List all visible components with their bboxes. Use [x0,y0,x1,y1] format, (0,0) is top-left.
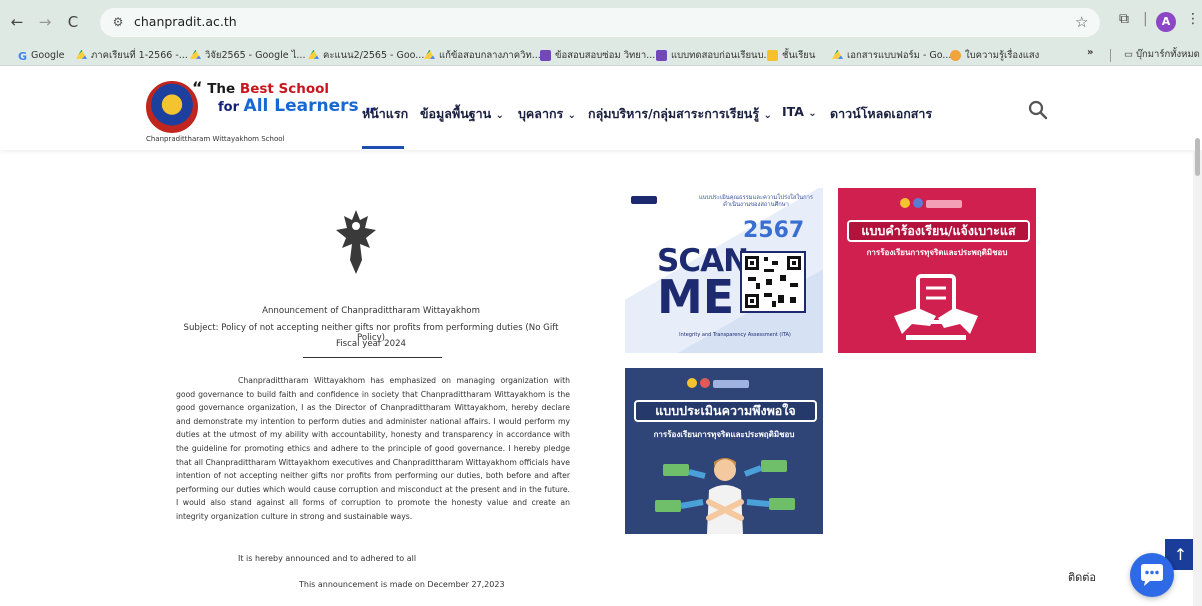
sheet-icon [767,49,778,61]
browser-toolbar: ← → C ⚙ chanpradit.ac.th ☆ ⧉ | A ⋮ [0,0,1202,44]
chevron-down-icon: ⌄ [808,108,817,119]
drive-icon [76,49,87,59]
bookmark-item[interactable]: ภาคเรียนที่ 1-2566 -... [76,47,188,63]
ita-logo [631,196,657,206]
drive-icon [308,49,319,59]
bookmark-item[interactable]: แก้ข้อสอบกลางภาควิท... [424,47,541,63]
forward-button[interactable]: → [34,11,56,33]
bookmark-item[interactable]: ชั้นเรียน [767,47,815,63]
agency-logos [900,198,962,210]
site-info-icon[interactable]: ⚙ [110,15,126,30]
drive-icon [424,49,435,59]
scan-heading: แบบประเมินคุณธรรมและความโปร่งใสในการดำเน… [699,195,813,208]
bookmark-item[interactable]: ใบความรู้เรื่องแสง [950,47,1039,63]
menu-ita[interactable]: ITA ⌄ [782,104,817,124]
ita-scan-banner[interactable]: แบบประเมินคุณธรรมและความโปร่งใสในการดำเน… [625,188,823,353]
drive-icon [190,49,201,59]
url-text[interactable]: chanpradit.ac.th [134,14,237,29]
menu-home[interactable]: หน้าแรก [362,104,408,124]
qr-code-icon [740,251,806,313]
chevron-down-icon: ⌄ [495,110,504,121]
bookmark-item[interactable]: คะแนน2/2565 - Goo... [308,47,424,63]
hand-document-icon [894,274,978,340]
chevron-down-icon: ⌄ [567,110,577,121]
menu-basic-info[interactable]: ข้อมูลพื้นฐาน ⌄ [420,104,504,124]
toolbar-divider: | [1143,11,1148,27]
bookmarks-divider [1110,49,1111,62]
announcement-body: Chanpradittharam Wittayakhom has emphasi… [176,376,570,521]
active-menu-indicator [362,146,404,149]
announcement-fiscal-year: Fiscal year 2024 [335,339,407,349]
all-bookmarks-button[interactable]: ▭ บุ๊กมาร์กทั้งหมด [1124,47,1200,62]
bookmark-item[interactable]: เอกสารแบบฟอร์ม - Go... [832,47,951,63]
page-scrollbar[interactable] [1193,150,1202,606]
scan-footer: Integrity and Transparency Assessment (I… [679,332,791,338]
back-button[interactable]: ← [6,11,28,33]
bookmark-item[interactable]: ข้อสอบสอบซ่อม วิทยา... [540,47,655,63]
address-bar[interactable]: ⚙ chanpradit.ac.th ☆ [100,8,1100,37]
gear-icon [950,49,961,61]
form-icon [656,49,667,61]
site-header: “ The Best School for All Learners „ Cha… [0,66,1202,150]
chat-button[interactable] [1130,553,1174,597]
folder-icon: ▭ [1124,49,1136,60]
complaint-subtitle: การร้องเรียนการทุจริตและประพฤติมิชอบ [866,248,1008,257]
scan-year: 2567 [743,218,805,243]
scrollbar-thumb[interactable] [1195,138,1200,176]
chat-bubble-icon [1141,564,1163,586]
announcement-title: Announcement of Chanpradittharam Wittaya… [262,306,480,316]
agency-logos [687,378,749,390]
bookmark-item[interactable]: แบบทดสอบก่อนเรียนบ... [656,47,773,63]
school-logo[interactable] [146,81,198,133]
bookmark-item[interactable]: G Google [18,47,65,63]
me-text: ME [657,270,735,324]
announcement-date: This announcement is made on December 27… [299,580,505,589]
satisfaction-survey-banner[interactable]: แบบประเมินความพึงพอใจ การร้องเรียนการทุจ… [625,368,823,534]
page-root: ← → C ⚙ chanpradit.ac.th ☆ ⧉ | A ⋮ G Goog… [0,0,1202,606]
profile-avatar[interactable]: A [1156,12,1176,32]
bookmarks-overflow-button[interactable]: » [1087,47,1093,58]
announcement-hereby: It is hereby announced and to adhered to… [238,554,417,563]
chevron-down-icon: ⌄ [763,110,772,121]
menu-admin-groups[interactable]: กลุ่มบริหาร/กลุ่มสาระการเรียนรู้ ⌄ [588,104,772,124]
slogan-line-2: for All Learners „ [218,96,376,116]
school-name: Chanpradittharam Wittayakhom School [146,135,285,143]
reload-button[interactable]: C [62,11,84,33]
contact-label[interactable]: ติดต่อ [1068,568,1096,586]
survey-title: แบบประเมินความพึงพอใจ [634,400,817,422]
form-icon [540,49,551,61]
extensions-icon[interactable]: ⧉ [1119,11,1129,27]
google-icon: G [18,49,28,63]
slogan-line-1: “ The Best School [192,78,330,97]
drive-icon [832,49,843,59]
garuda-emblem [336,210,376,274]
search-icon[interactable] [1028,100,1048,120]
menu-personnel[interactable]: บุคลากร ⌄ [518,104,576,124]
refusing-bribe-illustration [655,458,795,534]
menu-kebab-icon[interactable]: ⋮ [1186,11,1200,27]
survey-subtitle: การร้องเรียนการทุจริตและประพฤติมิชอบ [653,430,795,439]
complaint-banner[interactable]: แบบคำร้องเรียน/แจ้งเบาะแส การร้องเรียนกา… [838,188,1036,353]
bookmark-item[interactable]: วิจัย2565 - Google ไ... [190,47,305,63]
bookmarks-bar: G Google ภาคเรียนที่ 1-2566 -... วิจัย256… [0,44,1202,66]
complaint-title: แบบคำร้องเรียน/แจ้งเบาะแส [847,220,1030,242]
menu-downloads[interactable]: ดาวน์โหลดเอกสาร [830,104,932,124]
bookmark-star-icon[interactable]: ☆ [1075,13,1088,31]
announcement-divider [303,357,442,358]
